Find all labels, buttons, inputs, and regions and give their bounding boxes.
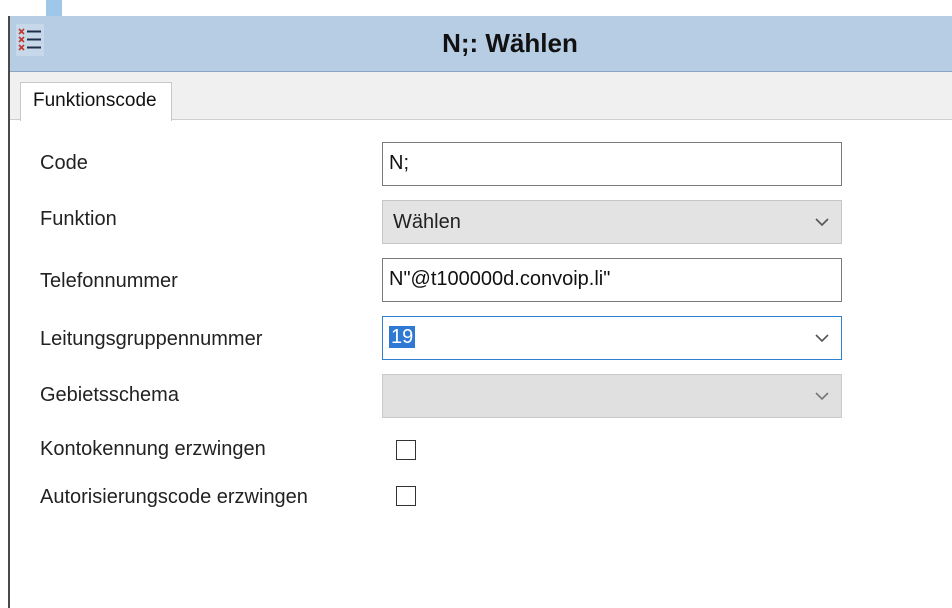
code-value: N; <box>389 152 409 174</box>
funktion-select[interactable]: Wählen <box>382 200 842 244</box>
code-label: Code <box>40 152 88 174</box>
chevron-down-icon <box>815 392 829 401</box>
telefonnummer-field[interactable]: N"@t100000d.convoip.li" <box>382 258 842 302</box>
dialog-window: N;: Wählen Funktionscode Code N; Funktio… <box>8 16 952 608</box>
chevron-down-icon <box>815 334 829 343</box>
tab-strip: Funktionscode <box>10 72 952 121</box>
funktion-value: Wählen <box>393 211 461 233</box>
chevron-down-icon <box>815 218 829 227</box>
leitungsgruppennummer-value: 19 <box>389 326 416 348</box>
tab-funktionscode[interactable]: Funktionscode <box>20 82 172 121</box>
telefonnummer-value: N"@t100000d.convoip.li" <box>389 268 611 290</box>
kontokennung-checkbox[interactable] <box>396 440 416 460</box>
background-window-strip <box>0 0 952 16</box>
leitungsgruppennummer-select[interactable]: 19 <box>382 316 842 360</box>
gebietsschema-label: Gebietsschema <box>40 384 179 406</box>
kontokennung-label: Kontokennung erzwingen <box>40 438 266 460</box>
autorisierungscode-label: Autorisierungscode erzwingen <box>40 486 308 508</box>
window-title: N;: Wählen <box>442 28 578 58</box>
funktion-label: Funktion <box>40 208 117 230</box>
leitungsgruppennummer-label: Leitungsgruppennummer <box>40 328 263 350</box>
title-bar: N;: Wählen <box>10 16 952 72</box>
telefonnummer-label: Telefonnummer <box>40 270 178 292</box>
list-icon <box>16 24 44 56</box>
autorisierungscode-checkbox[interactable] <box>396 486 416 506</box>
background-window-accent <box>46 0 62 16</box>
code-field[interactable]: N; <box>382 142 842 186</box>
gebietsschema-select[interactable] <box>382 374 842 418</box>
